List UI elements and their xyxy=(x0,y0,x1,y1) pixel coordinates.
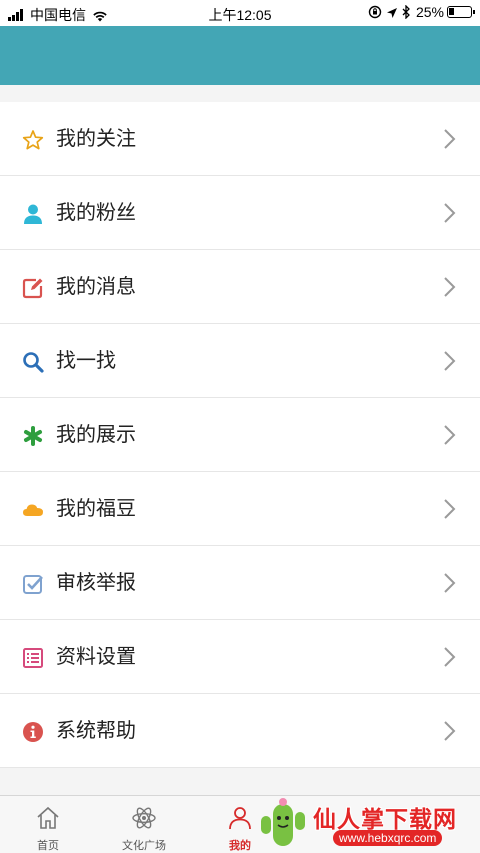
user-icon xyxy=(22,203,44,225)
edit-message-icon xyxy=(22,277,44,299)
chevron-right-icon xyxy=(442,572,458,594)
chevron-right-icon xyxy=(442,202,458,224)
chevron-right-icon xyxy=(442,498,458,520)
tab-label: 文化广场 xyxy=(122,840,166,852)
chevron-right-icon xyxy=(442,646,458,668)
menu-item-profile-settings[interactable]: 资料设置 xyxy=(0,620,480,694)
menu-item-following[interactable]: 我的关注 xyxy=(0,102,480,176)
search-icon xyxy=(22,351,44,373)
check-square-icon xyxy=(22,573,44,595)
status-bar: 中国电信 上午12:05 25% xyxy=(0,0,480,26)
menu-item-label: 找一找 xyxy=(56,350,116,372)
menu-item-followers[interactable]: 我的粉丝 xyxy=(0,176,480,250)
list-icon xyxy=(22,647,44,669)
star-icon xyxy=(22,129,44,151)
menu-item-help[interactable]: 系统帮助 xyxy=(0,694,480,768)
menu-item-label: 我的消息 xyxy=(56,276,136,298)
location-icon xyxy=(386,6,398,18)
watermark-text: 仙人掌下载网 xyxy=(313,806,457,832)
menu-item-search[interactable]: 找一找 xyxy=(0,324,480,398)
bluetooth-icon xyxy=(402,4,411,20)
menu-item-label: 我的粉丝 xyxy=(56,202,136,224)
watermark-url: www.hebxqrc.com xyxy=(333,830,443,846)
cloud-icon xyxy=(22,499,44,521)
chevron-right-icon xyxy=(442,424,458,446)
menu-item-messages[interactable]: 我的消息 xyxy=(0,250,480,324)
watermark: 仙人掌下载网 www.hebxqrc.com xyxy=(235,790,480,853)
tab-home[interactable]: 首页 xyxy=(0,796,96,853)
battery-fill xyxy=(449,8,454,15)
menu-item-review-report[interactable]: 审核举报 xyxy=(0,546,480,620)
menu-item-label: 审核举报 xyxy=(56,572,136,594)
menu-item-beans[interactable]: 我的福豆 xyxy=(0,472,480,546)
chevron-right-icon xyxy=(442,276,458,298)
atom-icon xyxy=(131,805,157,831)
menu-item-label: 系统帮助 xyxy=(56,720,136,742)
battery-percent: 25% xyxy=(415,4,444,20)
chevron-right-icon xyxy=(442,128,458,150)
menu-item-label: 我的展示 xyxy=(56,424,136,446)
rotation-lock-icon xyxy=(368,5,382,19)
header-banner xyxy=(0,26,480,85)
menu-item-showcase[interactable]: 我的展示 xyxy=(0,398,480,472)
asterisk-icon xyxy=(22,425,44,447)
menu-list: 我的关注 我的粉丝 我的消息 找一找 我的展示 我的福豆 审核举报 资料设置 系… xyxy=(0,102,480,768)
tab-culture-square[interactable]: 文化广场 xyxy=(96,796,192,853)
battery-icon xyxy=(447,6,475,18)
menu-item-label: 资料设置 xyxy=(56,646,136,668)
tab-label: 首页 xyxy=(37,840,59,852)
menu-item-label: 我的福豆 xyxy=(56,498,136,520)
info-icon xyxy=(22,721,44,743)
chevron-right-icon xyxy=(442,720,458,742)
cactus-mascot-icon xyxy=(259,796,307,850)
menu-item-label: 我的关注 xyxy=(56,128,136,150)
status-right: 25% xyxy=(368,4,475,20)
home-icon xyxy=(35,805,61,831)
chevron-right-icon xyxy=(442,350,458,372)
